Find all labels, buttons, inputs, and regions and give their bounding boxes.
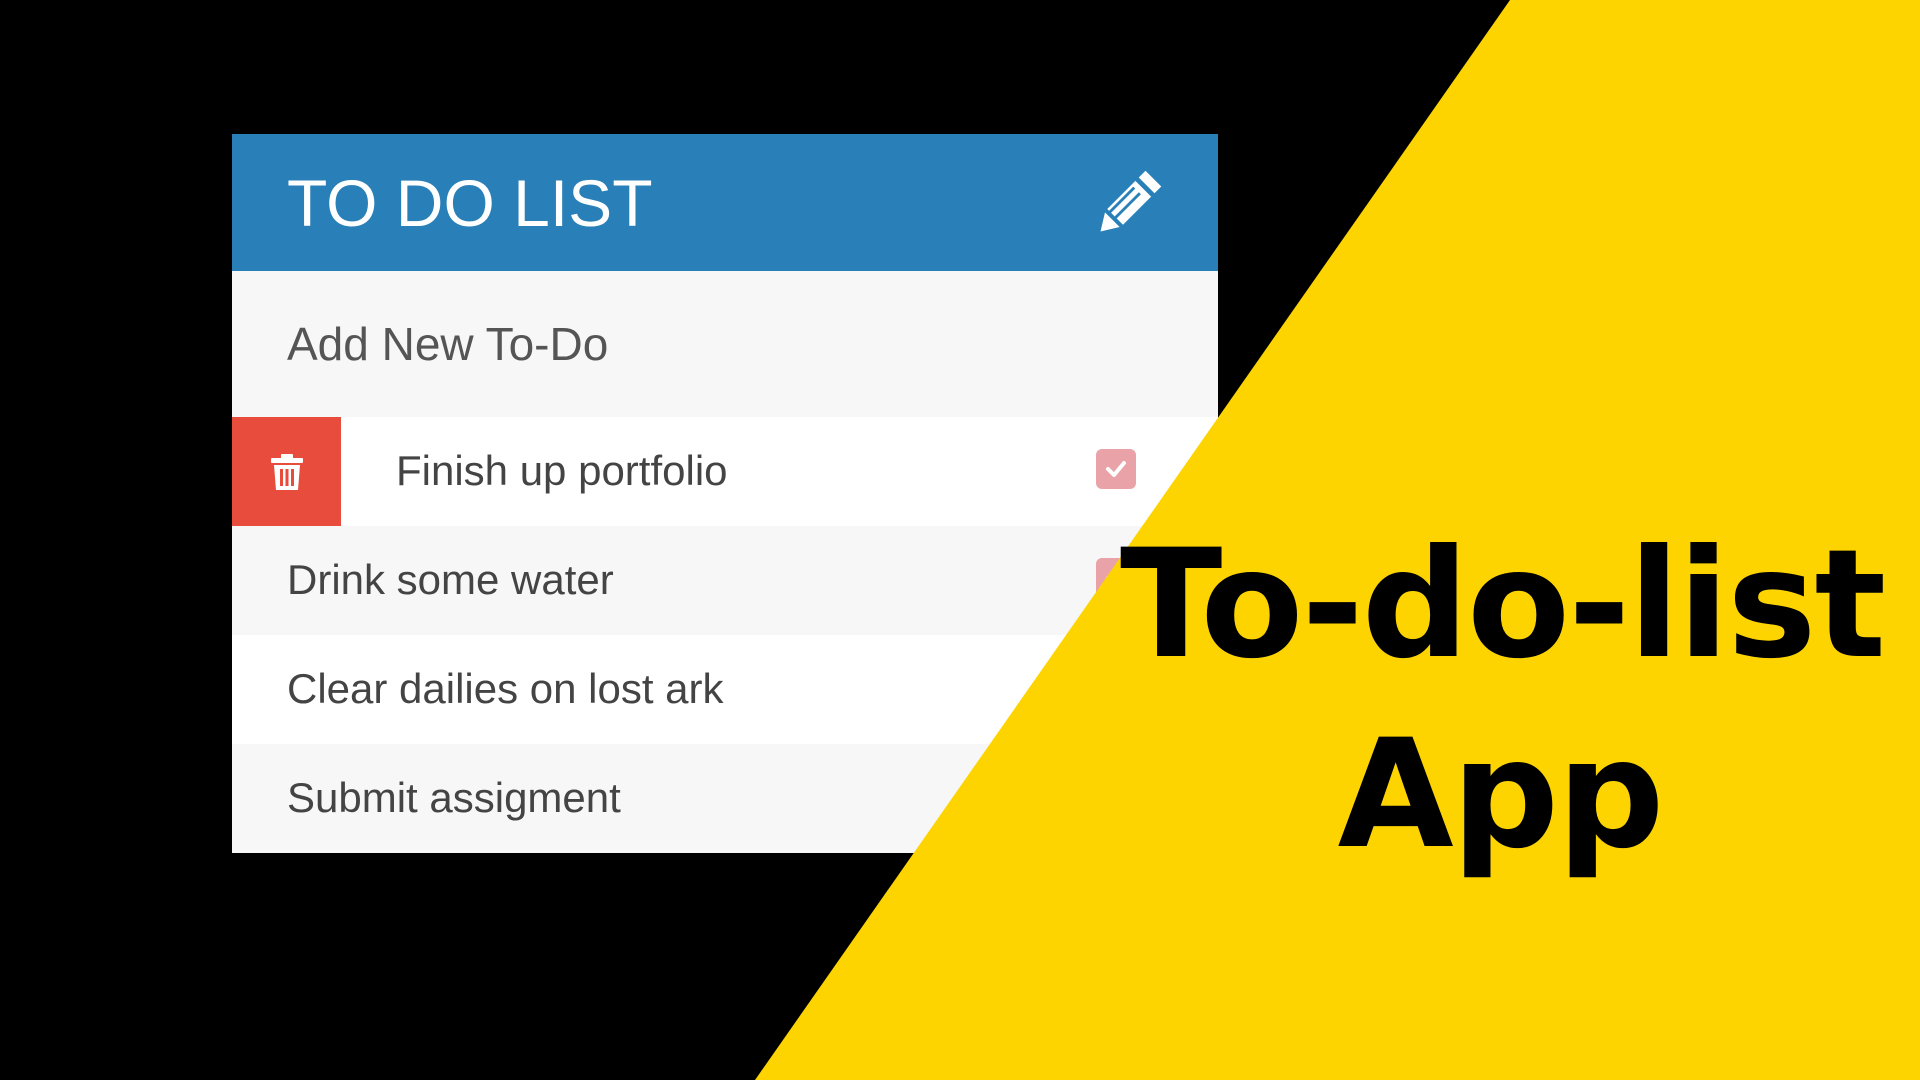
promo-title: To-do-list App	[1120, 510, 1886, 890]
promo-title-line-1: To-do-list	[1120, 518, 1886, 692]
thumbnail-stage: TO DO LIST Add New To-Do Finish up portf…	[0, 0, 1920, 1080]
promo-title-line-2: App	[1337, 708, 1665, 882]
